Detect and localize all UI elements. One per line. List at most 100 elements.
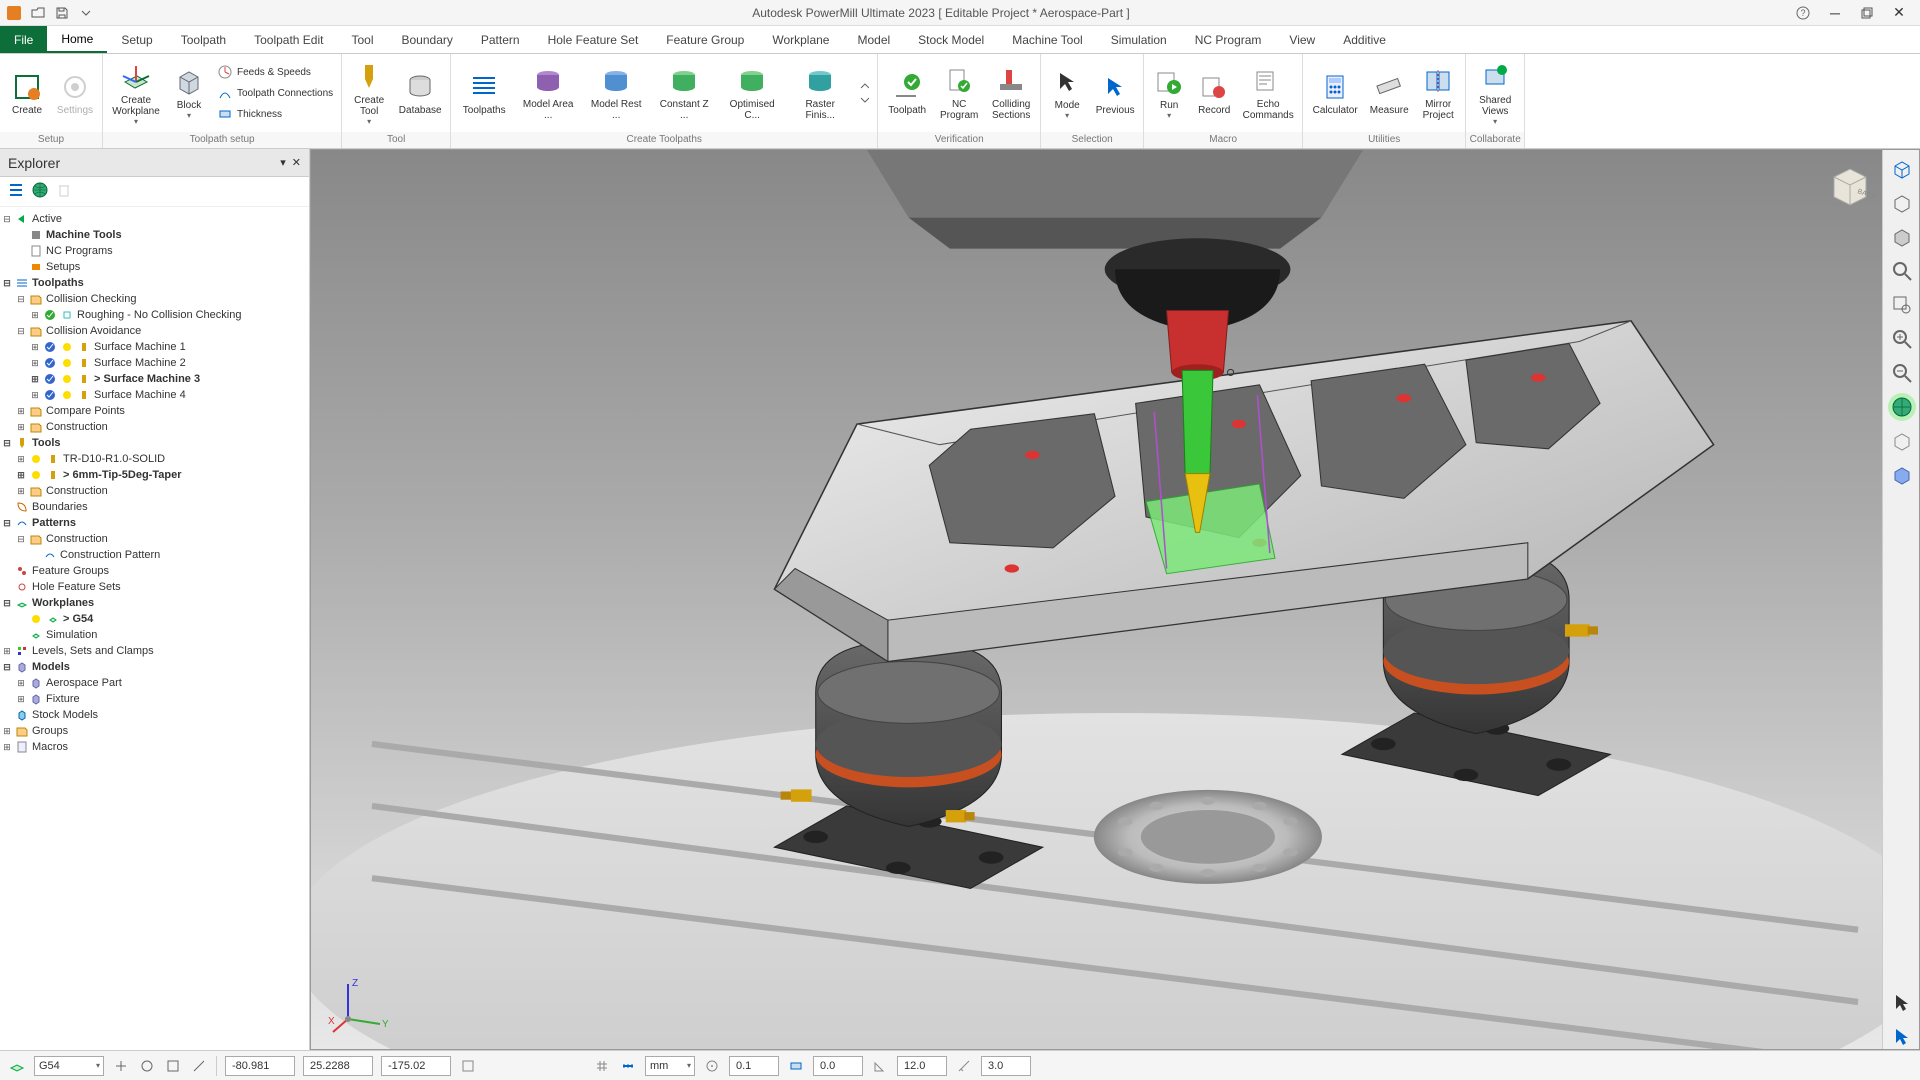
viewport-3d[interactable]: BACK Z Y X [310,149,1920,1050]
units-combo[interactable]: mm▾ [645,1056,695,1076]
tree-setups[interactable]: Setups [2,259,307,275]
tab-hole-feature[interactable]: Hole Feature Set [534,26,653,53]
workplane-combo[interactable]: G54▾ [34,1056,104,1076]
tab-toolpath-edit[interactable]: Toolpath Edit [240,26,337,53]
record-button[interactable]: Record [1194,69,1234,118]
toolbar-delete-icon[interactable] [56,182,72,201]
sb-angle-icon[interactable] [871,1057,889,1075]
tolerance-field-2[interactable]: 0.0 [813,1056,863,1076]
tree-groups[interactable]: ⊞Groups [2,723,307,739]
tree-construction-pattern[interactable]: Construction Pattern [2,547,307,563]
tree-surface-machine-3[interactable]: ⊞> Surface Machine 3 [2,371,307,387]
mirror-project-button[interactable]: Mirror Project [1417,63,1459,123]
workplane-status-icon[interactable] [8,1057,26,1075]
value-field-2[interactable]: 3.0 [981,1056,1031,1076]
select-blue-arrow-button[interactable] [1888,1022,1916,1050]
save-icon[interactable] [54,5,70,21]
create-workplane-button[interactable]: Create Workplane ▾ [109,59,163,128]
tab-additive[interactable]: Additive [1329,26,1400,53]
constant-z-button[interactable]: Constant Z ... [653,63,715,123]
previous-button[interactable]: Previous [1093,69,1137,118]
tab-simulation[interactable]: Simulation [1097,26,1181,53]
zoom-out-button[interactable] [1888,359,1916,387]
gallery-expand-button[interactable] [857,78,871,108]
pin-icon[interactable]: ▾ [280,156,286,169]
view-wire-button[interactable] [1888,189,1916,217]
tree-toolpaths[interactable]: ⊟Toolpaths [2,275,307,291]
model-rest-button[interactable]: Model Rest ... [585,63,647,123]
sb-icon-2[interactable] [138,1057,156,1075]
view-shaded-button[interactable] [1888,223,1916,251]
echo-commands-button[interactable]: Echo Commands [1240,63,1296,123]
tab-workplane[interactable]: Workplane [758,26,843,53]
tree-patterns[interactable]: ⊟Patterns [2,515,307,531]
settings-button[interactable]: Settings [54,69,96,118]
tree-roughing-no-collision[interactable]: ⊞Roughing - No Collision Checking [2,307,307,323]
tree-machine-tools[interactable]: Machine Tools [2,227,307,243]
tab-machine-tool[interactable]: Machine Tool [998,26,1097,53]
file-tab[interactable]: File [0,26,47,53]
tree-aerospace-part[interactable]: ⊞Aerospace Part [2,675,307,691]
tree-fixture[interactable]: ⊞Fixture [2,691,307,707]
measure-button[interactable]: Measure [1367,69,1411,118]
sb-icon-4[interactable] [190,1057,208,1075]
tree-pattern-construction[interactable]: ⊟Construction [2,531,307,547]
view-iso-button[interactable] [1888,155,1916,183]
tree-stock-models[interactable]: Stock Models [2,707,307,723]
zoom-fit-button[interactable] [1888,257,1916,285]
database-button[interactable]: Database [396,69,444,118]
tree-models[interactable]: ⊟Models [2,659,307,675]
tab-boundary[interactable]: Boundary [388,26,467,53]
tab-setup[interactable]: Setup [107,26,166,53]
raster-finish-button[interactable]: Raster Finis... [789,63,851,123]
toolpath-connections-button[interactable]: Toolpath Connections [215,84,335,102]
verify-nc-program-button[interactable]: NC Program [936,63,982,123]
tree-compare-points[interactable]: ⊞Compare Points [2,403,307,419]
toolbar-list-icon[interactable] [8,182,24,201]
tab-tool[interactable]: Tool [337,26,387,53]
coord-x-field[interactable]: -80.981 [225,1056,295,1076]
run-button[interactable]: Run ▾ [1150,64,1188,122]
tree-surface-machine-2[interactable]: ⊞Surface Machine 2 [2,355,307,371]
sb-step-icon[interactable] [955,1057,973,1075]
tree-nc-programs[interactable]: NC Programs [2,243,307,259]
tree-tool-1[interactable]: ⊞TR-D10-R1.0-SOLID [2,451,307,467]
tab-toolpath[interactable]: Toolpath [167,26,240,53]
tolerance-field-1[interactable]: 0.1 [729,1056,779,1076]
thickness-button[interactable]: Thickness [215,105,335,123]
tree-tools[interactable]: ⊟Tools [2,435,307,451]
block-button[interactable]: Block ▾ [169,64,209,122]
coord-y-field[interactable]: 25.2288 [303,1056,373,1076]
globe-button[interactable] [1888,393,1916,421]
tree-boundaries[interactable]: Boundaries [2,499,307,515]
open-icon[interactable] [30,5,46,21]
tab-nc-program[interactable]: NC Program [1181,26,1276,53]
sb-icon-1[interactable] [112,1057,130,1075]
tab-pattern[interactable]: Pattern [467,26,534,53]
tree-active[interactable]: ⊟Active [2,211,307,227]
tree-tool-2[interactable]: ⊞> 6mm-Tip-5Deg-Taper [2,467,307,483]
tree-hole-feature-sets[interactable]: Hole Feature Sets [2,579,307,595]
tab-model[interactable]: Model [843,26,904,53]
zoom-in-button[interactable] [1888,325,1916,353]
verify-toolpath-button[interactable]: Toolpath [884,69,930,118]
tree-workplanes[interactable]: ⊟Workplanes [2,595,307,611]
tab-view[interactable]: View [1275,26,1329,53]
view-cube[interactable]: BACK [1824,159,1876,211]
minimize-button[interactable]: ─ [1820,2,1850,24]
tree-collision-avoidance[interactable]: ⊟Collision Avoidance [2,323,307,339]
qat-dropdown-icon[interactable] [78,5,94,21]
toolbar-globe-icon[interactable] [32,182,48,201]
shared-views-button[interactable]: Shared Views ▾ [1472,59,1518,128]
tab-feature-group[interactable]: Feature Group [652,26,758,53]
close-button[interactable]: ✕ [1884,2,1914,24]
tree-tool-construction[interactable]: ⊞Construction [2,483,307,499]
select-arrow-button[interactable] [1888,988,1916,1016]
sb-snap-icon[interactable] [459,1057,477,1075]
sb-tol-icon[interactable] [703,1057,721,1075]
tab-home[interactable]: Home [47,26,107,53]
model-area-button[interactable]: Model Area ... [517,63,579,123]
value-field-1[interactable]: 12.0 [897,1056,947,1076]
create-tool-button[interactable]: Create Tool ▾ [348,59,390,128]
sb-thick-icon[interactable] [787,1057,805,1075]
